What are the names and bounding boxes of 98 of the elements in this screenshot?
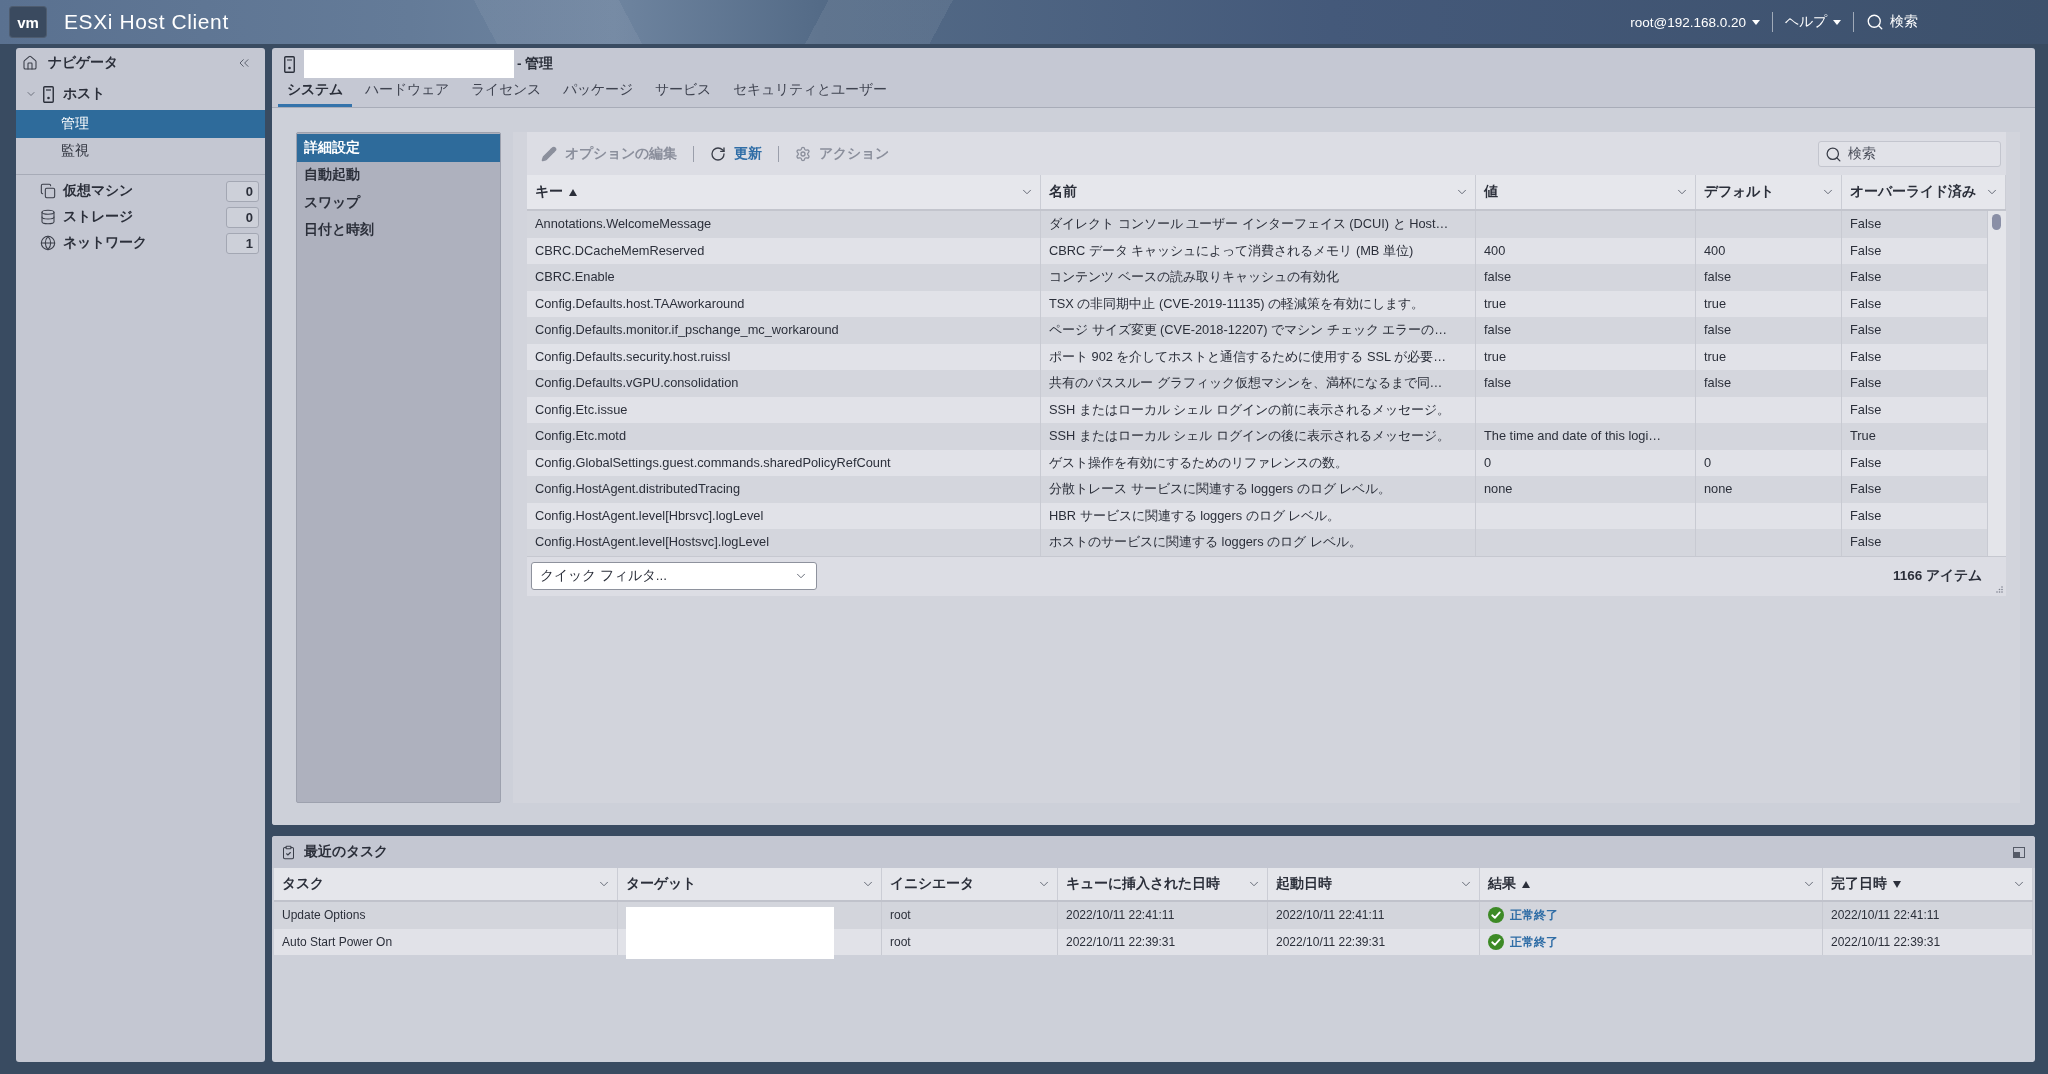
table-cell: root	[882, 928, 1058, 955]
table-cell: none	[1696, 476, 1842, 503]
search-icon	[1866, 13, 1884, 31]
caret-icon	[1833, 19, 1841, 25]
logo: vm	[9, 6, 47, 38]
check-circle-icon	[1488, 907, 1504, 924]
table-cell: false	[1696, 264, 1842, 291]
tab[interactable]: パッケージ	[554, 77, 642, 107]
check-circle-icon	[1488, 933, 1504, 950]
column-header[interactable]: オーバーライド済み	[1850, 183, 1976, 201]
table-cell: none	[1476, 476, 1696, 503]
column-header[interactable]: キューに挿入された日時	[1066, 875, 1220, 893]
tree-item[interactable]: ホスト	[63, 85, 105, 103]
nav-item[interactable]: 仮想マシン	[63, 182, 133, 200]
stacked-windows-icon	[40, 183, 56, 199]
side-menu-item[interactable]: スワップ	[297, 189, 500, 217]
column-header[interactable]: タスク	[282, 875, 324, 893]
count-badge: 0	[226, 206, 259, 228]
nav-item[interactable]: ストレージ	[63, 208, 133, 226]
table-cell: 2022/10/11 22:41:11	[1823, 902, 2033, 929]
column-header[interactable]: 名前	[1049, 183, 1077, 201]
tab[interactable]: サービス	[646, 77, 720, 107]
gear-icon	[795, 145, 811, 162]
server-icon	[284, 55, 295, 73]
table-cell: ダイレクト コンソール ユーザー インターフェイス (DCUI) と Host…	[1041, 211, 1476, 238]
database-icon	[40, 209, 56, 225]
server-icon	[43, 85, 54, 103]
table-cell: 2022/10/11 22:39:31	[1268, 928, 1480, 955]
table-cell: Config.HostAgent.distributedTracing	[527, 476, 1041, 503]
table-cell: 2022/10/11 22:39:31	[1058, 928, 1268, 955]
clipboard-icon	[281, 844, 296, 860]
table-cell: Auto Start Power On	[274, 928, 618, 955]
user-menu[interactable]: root@192.168.0.20	[1618, 8, 1772, 36]
globe-icon	[40, 235, 56, 251]
table-cell: false	[1476, 370, 1696, 397]
column-header[interactable]: デフォルト	[1704, 183, 1774, 201]
table-cell: ホストのサービスに関連する loggers のログ レベル。	[1041, 529, 1476, 556]
result-link[interactable]: 正常終了	[1510, 902, 1558, 929]
tab[interactable]: ハードウェア	[356, 77, 458, 107]
table-cell: CBRC.Enable	[527, 264, 1041, 291]
side-menu-item[interactable]: 日付と時刻	[297, 216, 500, 244]
column-header[interactable]: 結果	[1488, 875, 1516, 893]
search-field[interactable]: 検索	[1818, 140, 2001, 167]
table-cell: Annotations.WelcomeMessage	[527, 211, 1041, 238]
nav-item[interactable]: 監視	[16, 137, 265, 165]
column-header[interactable]: 値	[1484, 183, 1498, 201]
count-badge: 0	[226, 180, 259, 202]
quick-filter-dropdown[interactable]: クイック フィルタ...	[531, 562, 817, 590]
panel-toggle-button[interactable]	[2013, 846, 2025, 858]
home-icon	[22, 55, 38, 71]
nav-item[interactable]: ネットワーク	[63, 234, 147, 252]
side-menu-item[interactable]: 詳細設定	[297, 134, 500, 162]
pencil-icon	[541, 145, 557, 162]
column-header[interactable]: ターゲット	[626, 875, 696, 893]
side-menu-item[interactable]: 自動起動	[297, 161, 500, 189]
tab[interactable]: セキュリティとユーザー	[724, 77, 896, 107]
caret-icon	[1752, 19, 1760, 25]
app-title: ESXi Host Client	[64, 10, 229, 34]
column-header[interactable]: イニシエータ	[890, 875, 974, 893]
table-cell: Update Options	[274, 902, 618, 929]
scrollbar[interactable]	[1988, 211, 2006, 556]
search-icon	[1825, 145, 1842, 163]
help-menu[interactable]: ヘルプ	[1773, 8, 1853, 36]
toolbar-button[interactable]: 更新	[706, 144, 766, 163]
column-header[interactable]: キー	[535, 183, 563, 201]
table-cell: SSH またはローカル シェル ログインの後に表示されるメッセージ。	[1041, 423, 1476, 450]
table-cell: Config.Defaults.vGPU.consolidation	[527, 370, 1041, 397]
panel-title: 最近のタスク	[304, 843, 388, 861]
table-cell: 共有のパススルー グラフィック仮想マシンを、満杯になるまで同…	[1041, 370, 1476, 397]
table-cell: false	[1696, 370, 1842, 397]
table-cell: The time and date of this logi…	[1476, 423, 1696, 450]
table-cell: 分散トレース サービスに関連する loggers のログ レベル。	[1041, 476, 1476, 503]
table-cell: Config.Defaults.monitor.if_pschange_mc_workaround	[527, 317, 1041, 344]
panel-toggle-icon	[2013, 846, 2025, 858]
navigator-title: ナビゲータ	[48, 54, 119, 72]
scrollbar-thumb[interactable]	[1992, 214, 2001, 230]
table-cell: 2022/10/11 22:41:11	[1058, 902, 1268, 929]
table-cell: false	[1476, 317, 1696, 344]
column-header[interactable]: 起動日時	[1276, 875, 1332, 893]
panel-title: - 管理	[517, 55, 554, 73]
table-cell: Config.HostAgent.level[Hostsvc].logLevel	[527, 529, 1041, 556]
table-cell: 2022/10/11 22:41:11	[1268, 902, 1480, 929]
refresh-icon	[710, 145, 726, 162]
table-cell: ページ サイズ変更 (CVE-2018-12207) でマシン チェック エラーの…	[1041, 317, 1476, 344]
table-cell: false	[1696, 317, 1842, 344]
search-button[interactable]: 検索	[1854, 8, 1930, 36]
item-count: 1166 アイテム	[1892, 567, 1982, 585]
column-header[interactable]: 完了日時	[1831, 875, 1887, 893]
resize-grip-icon[interactable]	[1996, 585, 2003, 593]
table-cell: 2022/10/11 22:39:31	[1823, 928, 2033, 955]
table-cell: false	[1476, 264, 1696, 291]
table-cell: コンテンツ ベースの読み取りキャッシュの有効化	[1041, 264, 1476, 291]
tab[interactable]: ライセンス	[462, 77, 550, 107]
table-cell: Config.Etc.motd	[527, 423, 1041, 450]
nav-item[interactable]: 管理	[16, 110, 265, 138]
table-cell: root	[882, 902, 1058, 929]
count-badge: 1	[226, 232, 259, 254]
result-link[interactable]: 正常終了	[1510, 928, 1558, 955]
